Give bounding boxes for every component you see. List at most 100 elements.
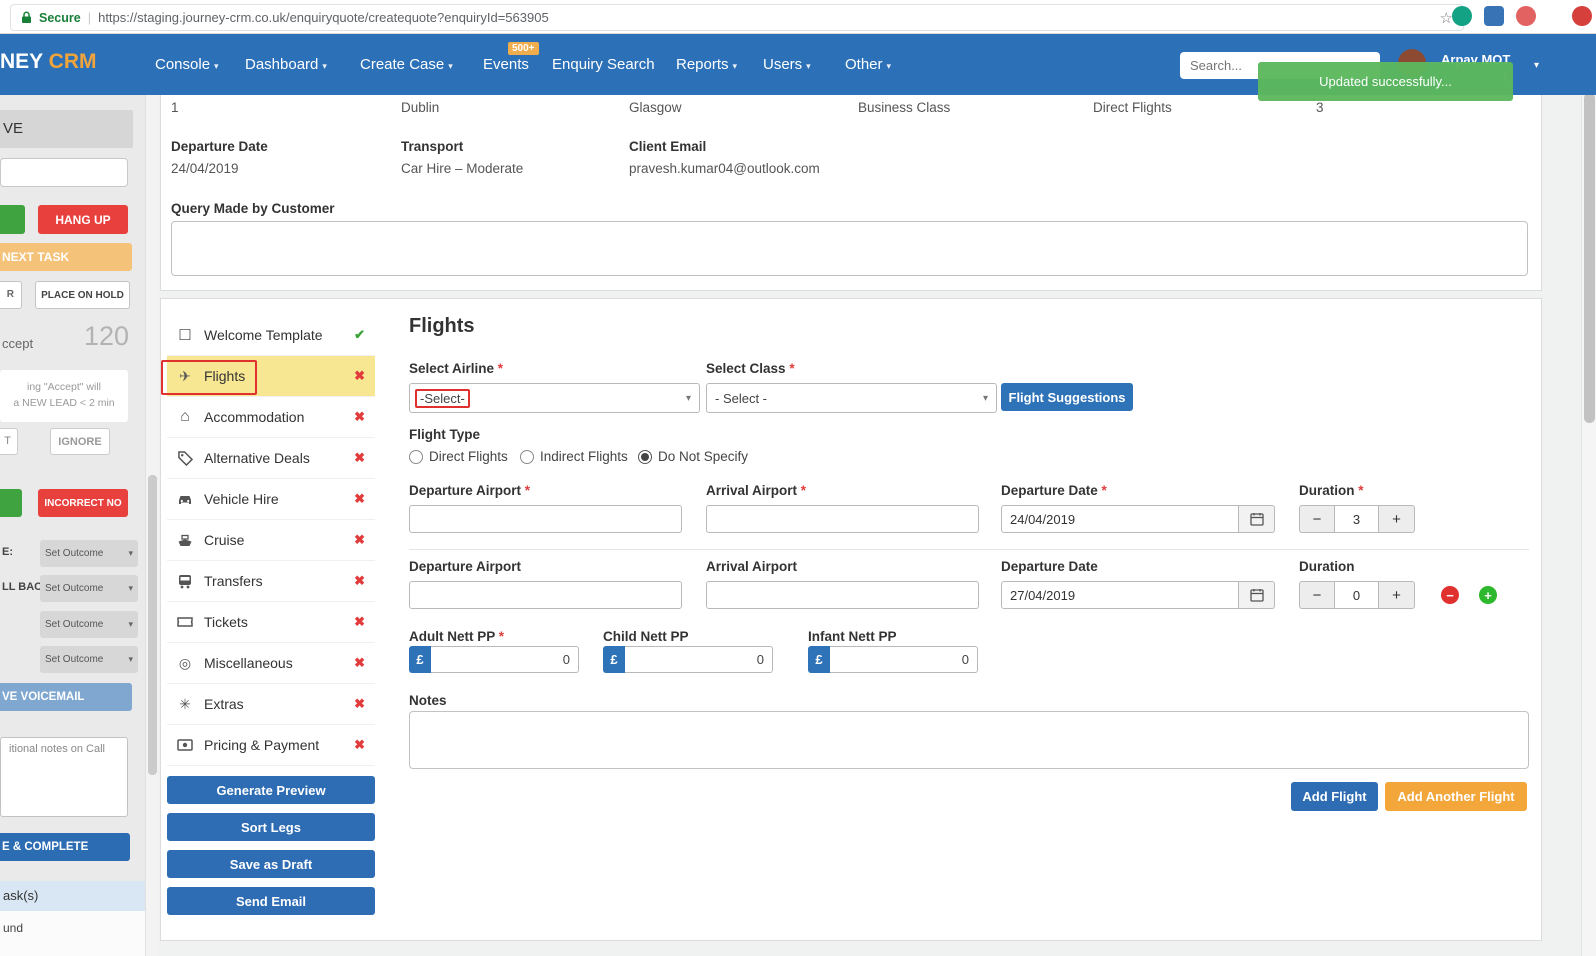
adult-nett-input[interactable]: [431, 646, 579, 673]
query-textarea[interactable]: [171, 221, 1528, 276]
arrival-airport-input-2[interactable]: [706, 581, 979, 609]
cross-icon: ✖: [354, 655, 365, 670]
accept-button-fragment[interactable]: T: [0, 428, 18, 455]
nav-dashboard[interactable]: Dashboard ▾: [245, 56, 327, 73]
hang-up-button[interactable]: HANG UP: [38, 205, 128, 234]
nav-events[interactable]: Events: [483, 56, 529, 73]
calendar-icon[interactable]: [1239, 505, 1275, 533]
plus-button[interactable]: +: [1379, 581, 1415, 609]
quote-tab-extras[interactable]: ✳ Extras ✖: [167, 684, 375, 725]
airline-select[interactable]: -Select- ▾: [409, 383, 700, 413]
set-outcome-select-2[interactable]: Set Outcome ▾: [40, 575, 138, 602]
radio-direct-flights[interactable]: Direct Flights: [409, 449, 508, 464]
nav-enquiry-search[interactable]: Enquiry Search: [552, 56, 655, 73]
set-outcome-value: Set Outcome: [45, 619, 104, 630]
extension-icon-blue[interactable]: [1484, 6, 1504, 26]
departure-date-input-1[interactable]: [1001, 505, 1239, 533]
arrival-airport-input-1[interactable]: [706, 505, 979, 533]
accept-note-line: ing "Accept" will: [27, 381, 101, 393]
brand-logo[interactable]: NEY CRM: [0, 50, 96, 74]
quote-tab-alternative-deals[interactable]: Alternative Deals ✖: [167, 438, 375, 479]
place-on-hold-button[interactable]: PLACE ON HOLD: [35, 281, 130, 309]
leave-voicemail-button[interactable]: VE VOICEMAIL: [0, 683, 132, 711]
flight-notes-textarea[interactable]: [409, 711, 1529, 769]
duration-input-2[interactable]: [1335, 581, 1379, 609]
answer-button-fragment[interactable]: [0, 205, 25, 234]
departure-date-value: 24/04/2019: [171, 161, 239, 176]
client-email-value: pravesh.kumar04@outlook.com: [629, 161, 820, 176]
tasks-row-fragment[interactable]: ask(s): [0, 881, 145, 911]
incorrect-no-button[interactable]: INCORRECT NO: [38, 489, 128, 517]
generate-preview-button[interactable]: Generate Preview: [167, 776, 375, 804]
add-flight-button[interactable]: Add Flight: [1291, 782, 1378, 811]
save-complete-button[interactable]: E & COMPLETE: [0, 833, 130, 861]
next-task-button[interactable]: NEXT TASK: [0, 243, 132, 271]
minus-button[interactable]: −: [1299, 581, 1335, 609]
extension-icon-red[interactable]: [1572, 6, 1592, 26]
quote-tab-vehicle-hire[interactable]: Vehicle Hire ✖: [167, 479, 375, 520]
nav-create-case[interactable]: Create Case ▾: [360, 56, 453, 73]
nav-users[interactable]: Users ▾: [763, 56, 811, 73]
departure-date-label-1: Departure Date: [1001, 483, 1107, 498]
quote-tab-welcome-template[interactable]: ☐ Welcome Template ✔: [167, 315, 375, 356]
quote-tab-accommodation[interactable]: ⌂ Accommodation ✖: [167, 397, 375, 438]
remove-leg-button[interactable]: −: [1441, 586, 1459, 604]
radio-label: Do Not Specify: [658, 449, 749, 464]
misc-icon: ◎: [178, 654, 192, 671]
add-leg-button[interactable]: +: [1479, 586, 1497, 604]
set-outcome-select-1[interactable]: Set Outcome ▾: [40, 540, 138, 567]
ignore-button[interactable]: IGNORE: [50, 428, 110, 455]
send-email-button[interactable]: Send Email: [167, 887, 375, 915]
nav-console[interactable]: Console ▾: [155, 56, 219, 73]
sidebar-scrollbar-thumb[interactable]: [148, 475, 157, 775]
set-outcome-select-4[interactable]: Set Outcome ▾: [40, 646, 138, 673]
transfer-button-fragment[interactable]: R: [0, 281, 22, 309]
quote-tab-tickets[interactable]: Tickets ✖: [167, 602, 375, 643]
sidebar-input[interactable]: [0, 158, 128, 187]
departure-date-input-2[interactable]: [1001, 581, 1239, 609]
minus-button[interactable]: −: [1299, 505, 1335, 533]
page-scrollbar[interactable]: [1581, 33, 1596, 956]
quote-tab-miscellaneous[interactable]: ◎ Miscellaneous ✖: [167, 643, 375, 684]
class-select[interactable]: - Select - ▾: [706, 383, 997, 413]
page-scrollbar-thumb[interactable]: [1584, 93, 1595, 423]
ship-icon: [175, 533, 195, 547]
infant-nett-input[interactable]: [830, 646, 978, 673]
nav-reports[interactable]: Reports ▾: [676, 56, 737, 73]
summary-value: Glasgow: [629, 100, 682, 115]
save-as-draft-button[interactable]: Save as Draft: [167, 850, 375, 878]
departure-airport-input-2[interactable]: [409, 581, 682, 609]
radio-circle: [638, 449, 652, 464]
add-another-flight-button[interactable]: Add Another Flight: [1385, 782, 1527, 811]
arrival-airport-label-1: Arrival Airport: [706, 483, 806, 498]
bookmark-star-icon[interactable]: ☆: [1440, 9, 1453, 27]
radio-do-not-specify[interactable]: Do Not Specify: [638, 449, 748, 464]
cross-icon: ✖: [354, 532, 365, 547]
user-menu-caret-icon[interactable]: ▾: [1534, 60, 1539, 71]
departure-date-group-1: [1001, 505, 1275, 533]
child-nett-input[interactable]: [625, 646, 773, 673]
radio-circle: [520, 449, 534, 464]
quote-tab-transfers[interactable]: Transfers ✖: [167, 561, 375, 602]
radio-indirect-flights[interactable]: Indirect Flights: [520, 449, 628, 464]
quote-tab-flights[interactable]: ✈ Flights ✖: [161, 356, 375, 397]
departure-airport-input-1[interactable]: [409, 505, 682, 533]
call-notes-textarea[interactable]: itional notes on Call: [0, 737, 128, 817]
extension-icon-green[interactable]: [1452, 6, 1472, 26]
plus-button[interactable]: +: [1379, 505, 1415, 533]
journey-crm-screen: Secure | https://staging.journey-crm.co.…: [0, 0, 1596, 956]
correct-no-button-fragment[interactable]: [0, 489, 22, 517]
quote-tab-pricing-payment[interactable]: Pricing & Payment ✖: [167, 725, 375, 766]
nav-other[interactable]: Other ▾: [845, 56, 891, 73]
flight-suggestions-button[interactable]: Flight Suggestions: [1001, 383, 1133, 411]
address-bar[interactable]: Secure | https://staging.journey-crm.co.…: [10, 4, 1464, 31]
duration-input-1[interactable]: [1335, 505, 1379, 533]
transport-value: Car Hire – Moderate: [401, 161, 524, 176]
extension-icon-pink[interactable]: [1516, 6, 1536, 26]
sidebar-scrollbar[interactable]: [145, 95, 159, 956]
set-outcome-select-3[interactable]: Set Outcome ▾: [40, 611, 138, 638]
quote-tab-cruise[interactable]: Cruise ✖: [167, 520, 375, 561]
sort-legs-button[interactable]: Sort Legs: [167, 813, 375, 841]
calendar-icon[interactable]: [1239, 581, 1275, 609]
tab-label: Vehicle Hire: [204, 491, 279, 507]
